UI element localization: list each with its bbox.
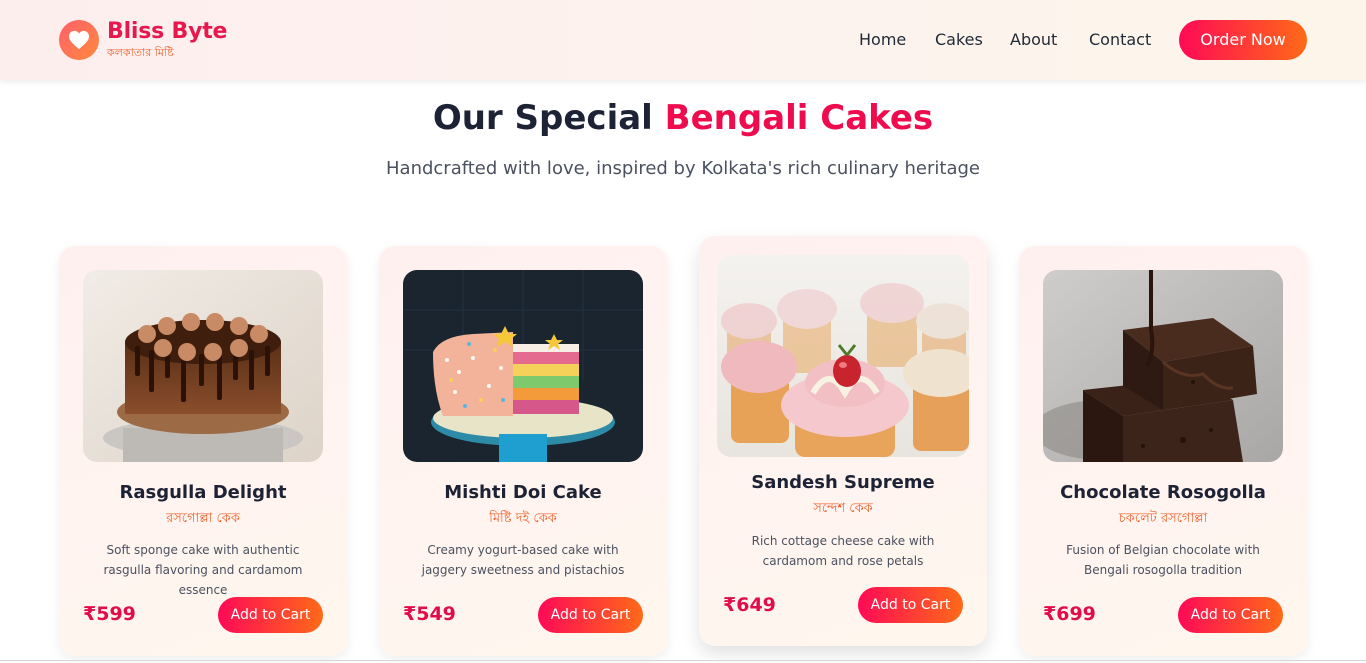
card-title: Sandesh Supreme <box>751 472 935 493</box>
chocolate-drip-cake-image <box>83 270 323 462</box>
card-price: ₹599 <box>83 603 136 625</box>
card-description: Rich cottage cheese cake with cardamom a… <box>751 534 935 568</box>
card-title: Chocolate Rosogolla <box>1060 482 1266 503</box>
product-card-chocolate-rosogolla: Chocolate Rosogolla চকলেট রসগোল্লা Fusio… <box>1019 246 1307 656</box>
section-title: Our Special Bengali Cakes <box>0 96 1366 140</box>
section-title-accent: Bengali Cakes <box>664 98 934 138</box>
section-title-main: Our Special <box>432 98 653 138</box>
card-title: Rasgulla Delight <box>119 482 287 503</box>
card-bengali-name: সন্দেশ কেক <box>813 501 873 516</box>
card-title: Mishti Doi Cake <box>444 482 602 503</box>
chocolate-brownie-image <box>1043 270 1283 462</box>
add-to-cart-button[interactable]: Add to Cart <box>538 597 643 633</box>
order-now-button[interactable]: Order Now <box>1179 20 1307 60</box>
nav-about[interactable]: About <box>1010 20 1057 60</box>
product-card-mishti-doi-cake: Mishti Doi Cake মিষ্টি দই কেক Creamy yog… <box>379 246 667 656</box>
add-to-cart-button[interactable]: Add to Cart <box>858 587 963 623</box>
cupcakes-image <box>717 255 969 457</box>
page-divider <box>0 660 1366 661</box>
card-description: Creamy yogurt-based cake with jaggery sw… <box>421 543 625 577</box>
add-to-cart-button[interactable]: Add to Cart <box>1178 597 1283 633</box>
main-nav: Home Cakes About Contact Order Now <box>0 20 1366 60</box>
nav-contact[interactable]: Contact <box>1089 20 1151 60</box>
card-price: ₹699 <box>1043 603 1096 625</box>
product-card-rasgulla-delight: Rasgulla Delight রসগোল্লা কেক Soft spong… <box>59 246 347 656</box>
card-bengali-name: রসগোল্লা কেক <box>166 511 240 526</box>
card-price: ₹649 <box>723 594 776 616</box>
site-header: Bliss Byte কলকাতার মিষ্টি Home Cakes Abo… <box>0 0 1366 80</box>
card-description: Soft sponge cake with authentic rasgulla… <box>103 543 303 597</box>
card-bengali-name: চকলেট রসগোল্লা <box>1118 511 1208 526</box>
nav-cakes[interactable]: Cakes <box>935 20 983 60</box>
card-price: ₹549 <box>403 603 456 625</box>
rainbow-sprinkle-cake-image <box>403 270 643 462</box>
card-description: Fusion of Belgian chocolate with Bengali… <box>1066 543 1260 577</box>
card-bengali-name: মিষ্টি দই কেক <box>489 511 557 526</box>
nav-home[interactable]: Home <box>859 20 906 60</box>
section-subtitle: Handcrafted with love, inspired by Kolka… <box>386 158 980 179</box>
add-to-cart-button[interactable]: Add to Cart <box>218 597 323 633</box>
product-card-sandesh-supreme: Sandesh Supreme সন্দেশ কেক Rich cottage … <box>699 236 987 646</box>
